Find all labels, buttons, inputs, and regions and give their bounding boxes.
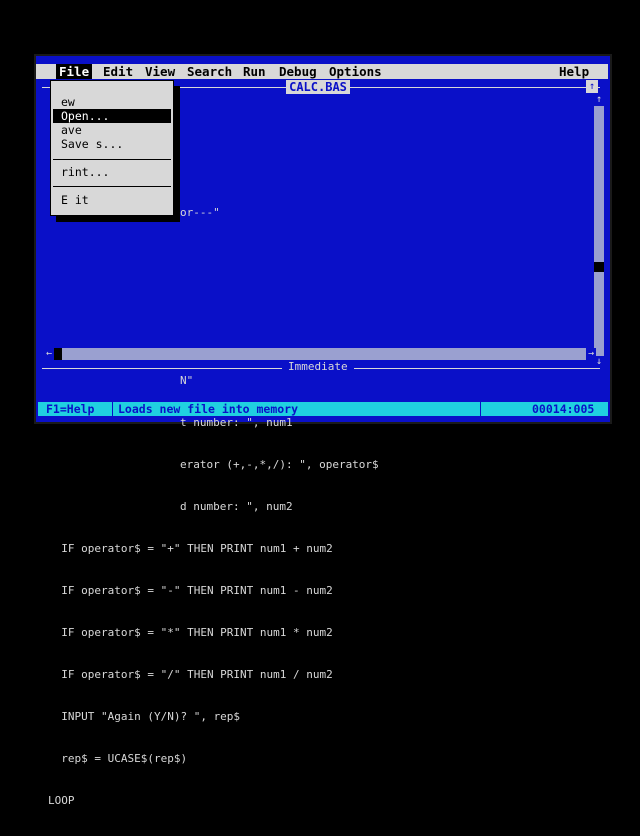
status-message: Loads new file into memory: [118, 402, 299, 416]
menu-edit[interactable]: Edit: [100, 64, 136, 79]
menu-item-save-as[interactable]: Save s...: [53, 137, 171, 151]
status-bar: F1=Help Loads new file into memory 00014…: [38, 402, 608, 416]
file-menu-dropdown: ew Open... ave Save s... rint... E it: [50, 80, 174, 216]
menu-search[interactable]: Search: [184, 64, 235, 79]
menu-bar: File Edit View Search Run Debug Options …: [36, 64, 608, 79]
menu-help[interactable]: Help: [556, 64, 592, 79]
menu-item-open[interactable]: Open...: [53, 109, 171, 123]
menu-view[interactable]: View: [142, 64, 178, 79]
menu-item-exit[interactable]: E it: [53, 193, 171, 207]
immediate-window[interactable]: Immediate: [42, 360, 600, 400]
menu-item-print[interactable]: rint...: [53, 165, 171, 179]
menu-item-save[interactable]: ave: [53, 123, 171, 137]
code-line: INPUT "Again (Y/N)? ", rep$: [48, 710, 241, 723]
code-line: t number: ", num1: [180, 416, 293, 429]
maximize-icon[interactable]: ↑: [586, 80, 598, 93]
status-key-hint: F1=Help: [46, 402, 95, 416]
horizontal-scroll-thumb[interactable]: [54, 348, 62, 360]
menu-separator: [53, 159, 171, 160]
menu-separator: [53, 186, 171, 187]
menu-debug[interactable]: Debug: [276, 64, 320, 79]
code-line: erator (+,-,*,/): ", operator$: [180, 458, 379, 471]
code-line: IF operator$ = "-" THEN PRINT num1 - num…: [48, 584, 333, 597]
code-line: d number: ", num2: [180, 500, 293, 513]
scroll-left-icon[interactable]: ←: [44, 348, 54, 360]
immediate-label: Immediate: [282, 360, 354, 374]
code-line: IF operator$ = "*" THEN PRINT num1 * num…: [48, 626, 333, 639]
cursor-position: 00014:005: [532, 402, 595, 416]
file-name: CALC.BAS: [286, 80, 350, 94]
code-line: IF operator$ = "/" THEN PRINT num1 / num…: [48, 668, 333, 681]
status-divider: [480, 402, 481, 416]
menu-options[interactable]: Options: [326, 64, 385, 79]
qbasic-screen: File Edit View Search Run Debug Options …: [34, 54, 612, 807]
vertical-scrollbar[interactable]: ↑ ↓: [594, 94, 604, 368]
menu-item-new[interactable]: ew: [53, 95, 171, 109]
scroll-right-icon[interactable]: →: [586, 348, 596, 360]
status-divider: [112, 402, 113, 416]
code-line: rep$ = UCASE$(rep$): [48, 752, 188, 765]
vertical-scroll-thumb[interactable]: [594, 262, 604, 272]
scroll-up-icon[interactable]: ↑: [594, 94, 604, 106]
menu-run[interactable]: Run: [240, 64, 269, 79]
menu-file[interactable]: File: [56, 64, 93, 79]
code-line: IF operator$ = "+" THEN PRINT num1 + num…: [48, 542, 333, 555]
code-line: LOOP: [48, 794, 75, 807]
horizontal-scrollbar[interactable]: ← →: [44, 348, 596, 360]
